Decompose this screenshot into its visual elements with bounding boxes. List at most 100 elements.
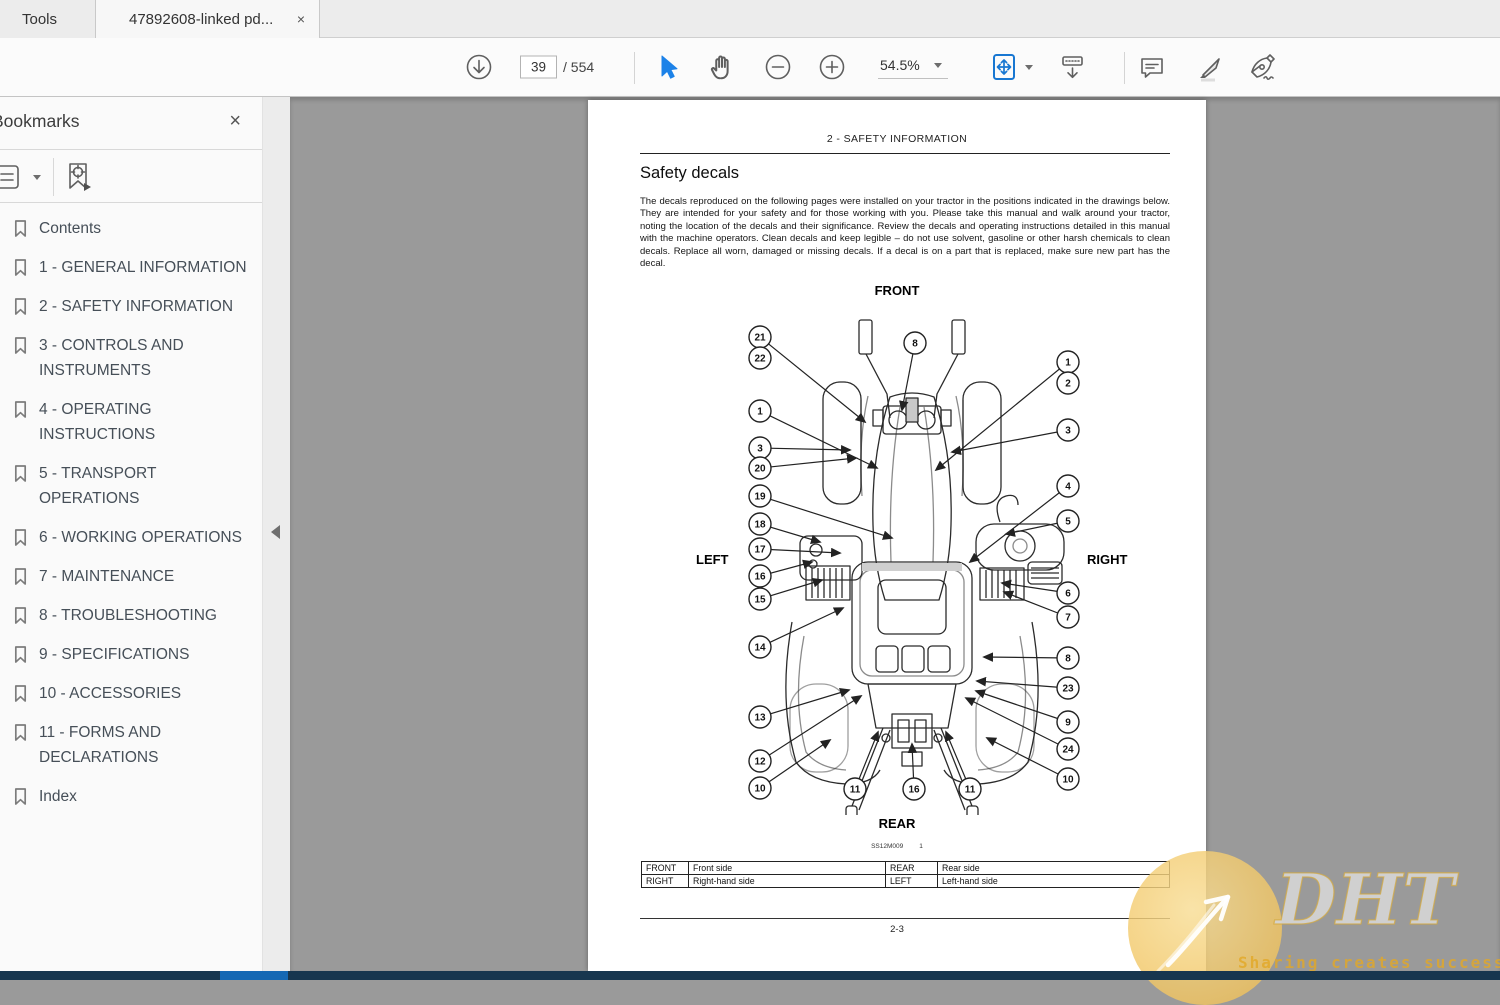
bookmark-item-11[interactable]: 10 - ACCESSORIES xyxy=(0,674,262,713)
callout-number: 2 xyxy=(1065,379,1071,390)
bookmarks-toolbar xyxy=(0,150,262,203)
zoom-out-button[interactable] xyxy=(763,52,793,82)
select-tool-button[interactable] xyxy=(653,52,683,82)
zoom-level-dropdown[interactable]: 54.5% xyxy=(878,55,948,79)
pdf-page: 2 - SAFETY INFORMATION Safety decals The… xyxy=(588,100,1206,971)
callout-number: 12 xyxy=(754,757,766,768)
bookmark-label: 3 - CONTROLS AND INSTRUMENTS xyxy=(39,337,184,379)
leader-line xyxy=(759,410,879,469)
taskbar-highlight[interactable] xyxy=(220,971,288,980)
zoom-in-button[interactable] xyxy=(817,52,847,82)
footer-rule xyxy=(640,918,1170,919)
bookmark-item-9[interactable]: 8 - TROUBLESHOOTING xyxy=(0,596,262,635)
bookmark-item-13[interactable]: Index xyxy=(0,777,262,816)
callout-number: 22 xyxy=(754,354,766,365)
chevron-down-icon xyxy=(1025,64,1033,70)
tab-document-label: 47892608-linked pd... xyxy=(129,10,274,28)
bookmark-options-icon[interactable] xyxy=(0,162,27,192)
rear-label: REAR xyxy=(878,816,916,831)
callout-number: 11 xyxy=(965,785,976,796)
highlight-button[interactable] xyxy=(1193,51,1225,83)
panel-close-icon[interactable]: × xyxy=(229,110,241,133)
bookmark-icon xyxy=(14,788,27,805)
table-cell: REAR xyxy=(885,861,938,875)
bookmark-icon xyxy=(14,724,27,741)
leader-line xyxy=(759,695,863,762)
bookmark-icon xyxy=(14,685,27,702)
tab-tools-label: Tools xyxy=(22,10,58,28)
table-cell: LEFT xyxy=(885,874,938,888)
bookmark-item-1[interactable]: Contents xyxy=(0,209,262,248)
bookmark-label: Index xyxy=(39,788,77,805)
bookmark-label: 8 - TROUBLESHOOTING xyxy=(39,607,217,624)
chevron-down-icon xyxy=(933,62,942,68)
toolbar: 39 / 554 54.5% xyxy=(0,38,1500,97)
bookmark-list: Contents 1 - GENERAL INFORMATION 2 - SAFET… xyxy=(0,209,262,816)
body-paragraph: The decals reproduced on the following p… xyxy=(640,196,1170,270)
bookmark-item-3[interactable]: 2 - SAFETY INFORMATION xyxy=(0,287,262,326)
collapse-panel-icon[interactable] xyxy=(271,525,280,539)
leader-line xyxy=(759,454,858,469)
bookmark-icon xyxy=(14,337,27,354)
bookmark-item-7[interactable]: 6 - WORKING OPERATIONS xyxy=(0,518,262,557)
tab-tools[interactable]: Tools xyxy=(0,0,95,38)
panel-splitter[interactable] xyxy=(263,97,290,971)
hand-tool-button[interactable] xyxy=(708,52,738,82)
tractor-top-view-diagram: 21228121320319418 5171615671482313 9241210… xyxy=(696,319,1128,815)
bookmark-icon xyxy=(14,465,27,482)
download-icon xyxy=(466,54,492,80)
tab-document[interactable]: 47892608-linked pd... × xyxy=(95,0,320,38)
leader-line xyxy=(950,429,1069,456)
running-header: 2 - SAFETY INFORMATION xyxy=(826,133,968,145)
bookmark-icon xyxy=(14,401,27,418)
bookmark-label: 6 - WORKING OPERATIONS xyxy=(39,529,242,546)
page-scrolling-icon xyxy=(1062,56,1083,79)
bookmark-item-12[interactable]: 11 - FORMS AND DECLARATIONS xyxy=(0,713,262,777)
tab-close-icon[interactable]: × xyxy=(297,10,305,28)
bookmark-item-8[interactable]: 7 - MAINTENANCE xyxy=(0,557,262,596)
chevron-down-icon[interactable] xyxy=(33,175,41,180)
bookmark-label: 7 - MAINTENANCE xyxy=(39,568,175,585)
callout-number: 1 xyxy=(1065,358,1071,369)
bookmark-item-6[interactable]: 5 - TRANSPORT OPERATIONS xyxy=(0,454,262,518)
signature-pen-icon xyxy=(1251,54,1275,81)
locate-bookmark-icon[interactable] xyxy=(60,159,96,195)
bookmark-icon xyxy=(14,568,27,585)
bookmark-item-2[interactable]: 1 - GENERAL INFORMATION xyxy=(0,248,262,287)
table-cell: Right-hand side xyxy=(688,874,886,888)
callout-number: 8 xyxy=(912,339,918,350)
taskbar xyxy=(0,971,1500,980)
bookmark-label: 11 - FORMS AND DECLARATIONS xyxy=(39,724,162,766)
callout-number: 19 xyxy=(754,492,766,503)
table-cell: Front side xyxy=(688,861,886,875)
comment-button[interactable] xyxy=(1136,51,1168,83)
bookmarks-header: Bookmarks × xyxy=(0,97,262,150)
leader-line xyxy=(985,737,1069,780)
bookmark-item-5[interactable]: 4 - OPERATING INSTRUCTIONS xyxy=(0,390,262,454)
bookmark-label: 10 - ACCESSORIES xyxy=(39,685,182,702)
bookmark-icon xyxy=(14,529,27,546)
bookmarks-title: Bookmarks xyxy=(0,111,80,131)
bookmark-label: 4 - OPERATING INSTRUCTIONS xyxy=(39,401,156,443)
scroll-mode-button[interactable] xyxy=(1055,50,1089,84)
bookmark-icon xyxy=(14,646,27,663)
document-canvas[interactable]: 2 - SAFETY INFORMATION Safety decals The… xyxy=(290,97,1500,971)
bookmark-item-4[interactable]: 3 - CONTROLS AND INSTRUMENTS xyxy=(0,326,262,390)
callout-number: 21 xyxy=(754,333,766,344)
callout-number: 18 xyxy=(754,520,766,531)
cursor-arrow-icon xyxy=(661,55,678,79)
fit-page-button[interactable] xyxy=(988,51,1033,83)
bookmark-label: 1 - GENERAL INFORMATION xyxy=(39,259,247,276)
figure-reference: SS12M009 1 xyxy=(588,843,1206,850)
page-number-input[interactable]: 39 xyxy=(520,55,557,79)
leader-line xyxy=(982,652,1069,662)
callout-number: 16 xyxy=(908,785,920,796)
fill-sign-button[interactable] xyxy=(1246,50,1280,84)
bookmark-icon xyxy=(14,607,27,624)
main-area: Bookmarks × Contents 1 - GENERAL INFORMAT… xyxy=(0,97,1500,971)
bookmark-icon xyxy=(14,259,27,276)
bookmark-item-10[interactable]: 9 - SPECIFICATIONS xyxy=(0,635,262,674)
callout-number: 6 xyxy=(1065,589,1071,600)
download-button[interactable] xyxy=(464,52,494,82)
legend-table: FRONT Front side REAR Rear side RIGHT Right-h… xyxy=(641,861,1170,888)
